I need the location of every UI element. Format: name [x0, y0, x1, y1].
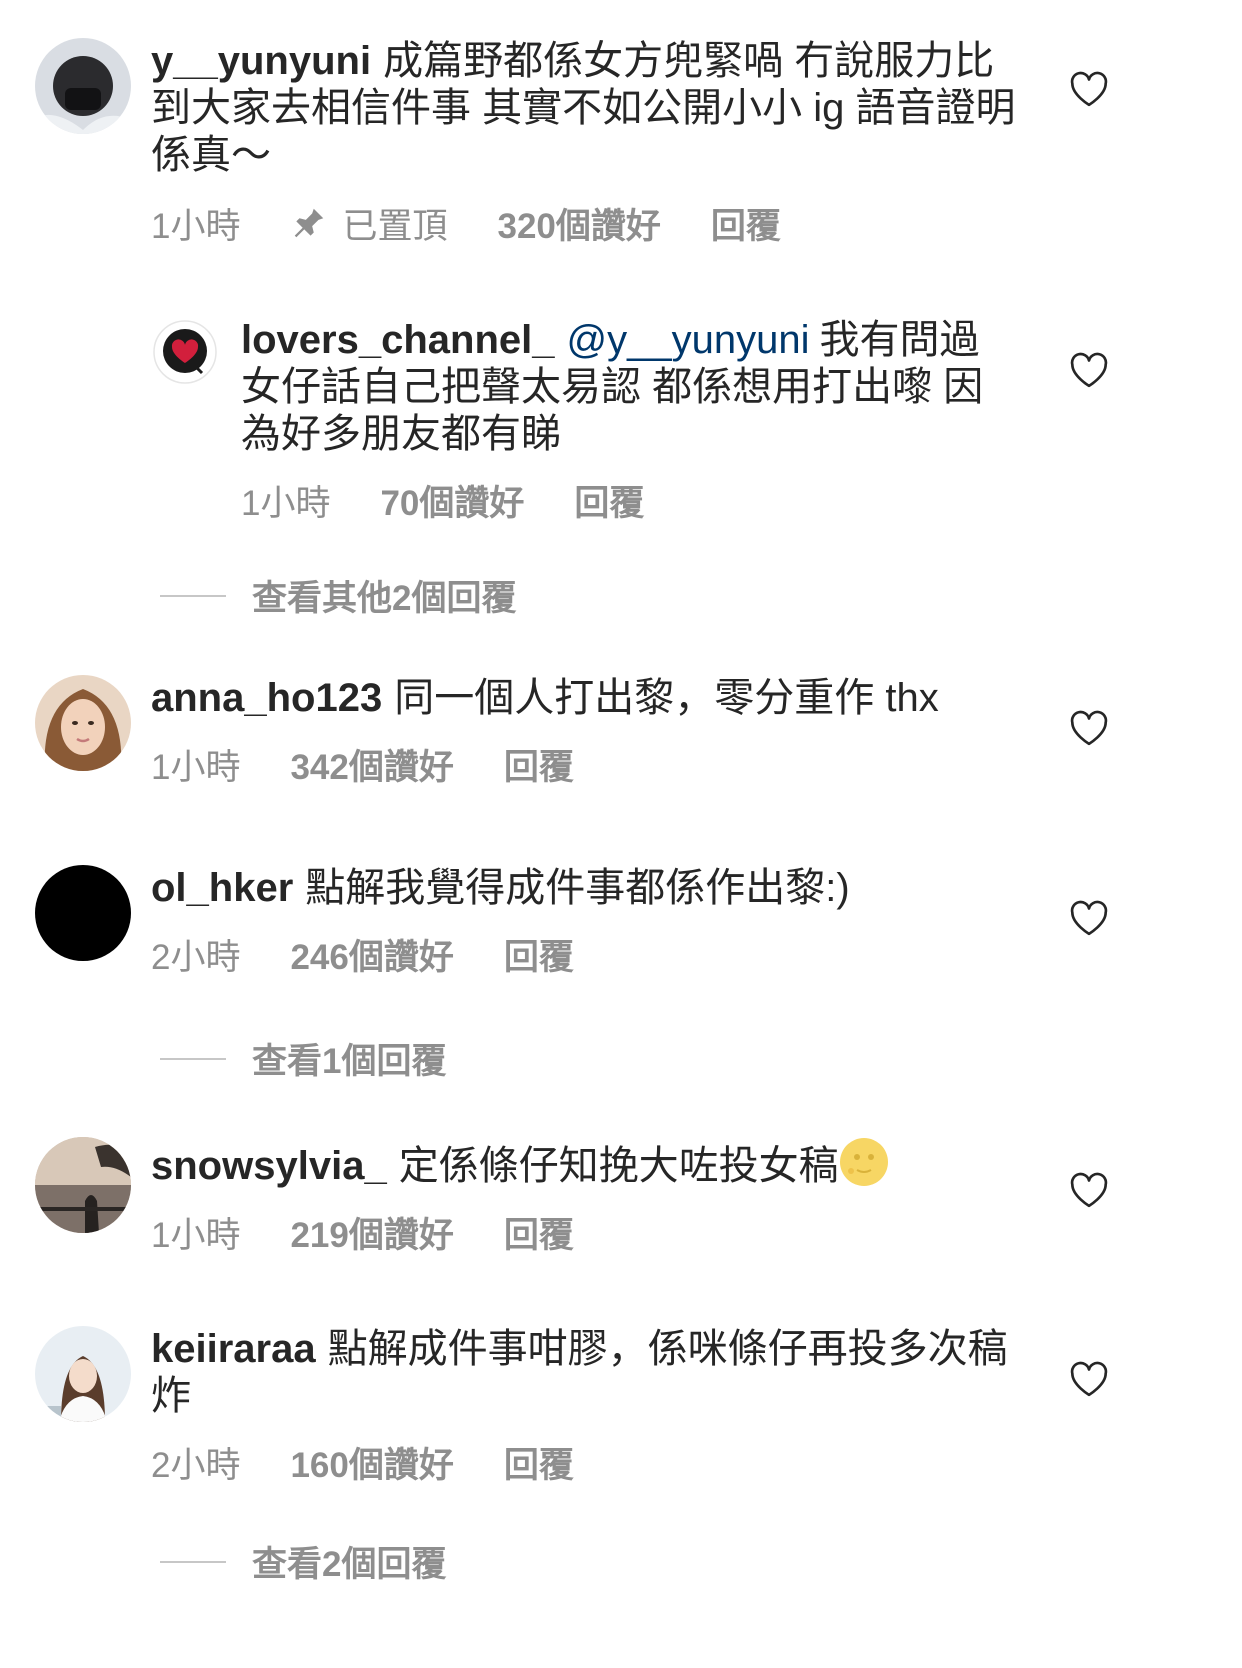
comment-meta: 2小時 246個讚好 回覆: [151, 934, 1021, 977]
username-link[interactable]: keiiraraa: [151, 1327, 316, 1371]
divider-line: [160, 594, 226, 597]
full-moon-face-emoji-icon: [839, 1137, 889, 1187]
view-replies-label: 查看1個回覆: [252, 1042, 447, 1081]
heart-icon[interactable]: [1069, 709, 1109, 747]
comment-text: keiiraraa 點解成件事咁膠，係咪條仔再投多次稿炸: [151, 1326, 1021, 1420]
timestamp: 1小時: [151, 206, 241, 246]
reply-button[interactable]: 回覆: [504, 739, 574, 790]
reply-button[interactable]: 回覆: [504, 1207, 574, 1258]
timestamp: 2小時: [151, 937, 241, 977]
reply-button[interactable]: 回覆: [504, 929, 574, 980]
likes-count[interactable]: 70個讚好: [380, 475, 524, 526]
view-replies-button[interactable]: 查看其他2個回覆: [160, 570, 516, 621]
timestamp: 1小時: [151, 1215, 241, 1255]
comment-text: lovers_channel_ @y__yunyuni 我有問過女仔話自己把聲太易認…: [241, 317, 1016, 458]
heart-icon[interactable]: [1069, 1171, 1109, 1209]
pinned-label: 已置頂: [342, 206, 448, 246]
pin-icon: [295, 208, 324, 238]
view-replies-label: 查看其他2個回覆: [252, 579, 517, 618]
likes-count[interactable]: 160個讚好: [290, 1437, 453, 1488]
comment-body: 同一個人打出黎，零分重作 thx: [394, 676, 939, 720]
heart-icon[interactable]: [1069, 70, 1109, 108]
comments-screen: y__yunyuni 成篇野都係女方兜緊喎 冇說服力比到大家去相信件事 其實不如公…: [0, 0, 1242, 1668]
username-link[interactable]: ol_hker: [151, 866, 293, 910]
avatar[interactable]: [35, 1326, 131, 1422]
heart-icon[interactable]: [1069, 351, 1109, 389]
comment-body: 定係條仔知挽大咗投女稿: [398, 1144, 839, 1188]
avatar[interactable]: [152, 319, 218, 385]
divider-line: [160, 1057, 226, 1060]
heart-icon[interactable]: [1069, 899, 1109, 937]
comment-text: ol_hker 點解我覺得成件事都係作出黎:): [151, 865, 1021, 912]
comment-body: 點解我覺得成件事都係作出黎:): [305, 866, 850, 910]
comment-text: anna_ho123 同一個人打出黎，零分重作 thx: [151, 675, 1021, 722]
comment-meta: 1小時 已置頂 320個讚好 回覆: [151, 203, 1021, 246]
likes-count[interactable]: 246個讚好: [290, 929, 453, 980]
view-replies-label: 查看2個回覆: [252, 1545, 447, 1584]
heart-icon[interactable]: [1069, 1360, 1109, 1398]
avatar[interactable]: [35, 865, 131, 961]
view-replies-button[interactable]: 查看2個回覆: [160, 1536, 446, 1587]
username-link[interactable]: snowsylvia_: [151, 1144, 387, 1188]
avatar[interactable]: [35, 1137, 131, 1233]
view-replies-button[interactable]: 查看1個回覆: [160, 1033, 446, 1084]
reply-button[interactable]: 回覆: [711, 198, 781, 249]
likes-count[interactable]: 320個讚好: [497, 198, 660, 249]
comment-text: y__yunyuni 成篇野都係女方兜緊喎 冇說服力比到大家去相信件事 其實不如公…: [151, 38, 1021, 179]
avatar[interactable]: [35, 38, 131, 134]
username-link[interactable]: y__yunyuni: [151, 39, 371, 83]
comment-meta: 2小時 160個讚好 回覆: [151, 1442, 1021, 1485]
likes-count[interactable]: 342個讚好: [290, 739, 453, 790]
comment-text: snowsylvia_ 定係條仔知挽大咗投女稿: [151, 1137, 1021, 1190]
timestamp: 1小時: [151, 747, 241, 787]
reply-button[interactable]: 回覆: [574, 475, 644, 526]
avatar[interactable]: [35, 675, 131, 771]
timestamp: 2小時: [151, 1445, 241, 1485]
mention-link[interactable]: @y__yunyuni: [567, 318, 810, 362]
reply-button[interactable]: 回覆: [504, 1437, 574, 1488]
divider-line: [160, 1560, 226, 1563]
pinned-indicator: 已置頂: [290, 198, 447, 249]
comment-meta: 1小時 342個讚好 回覆: [151, 744, 1021, 787]
username-link[interactable]: anna_ho123: [151, 676, 382, 720]
username-link[interactable]: lovers_channel_: [241, 318, 555, 362]
comment-meta: 1小時 70個讚好 回覆: [241, 480, 1016, 523]
comment-meta: 1小時 219個讚好 回覆: [151, 1212, 1021, 1255]
timestamp: 1小時: [241, 483, 331, 523]
likes-count[interactable]: 219個讚好: [290, 1207, 453, 1258]
